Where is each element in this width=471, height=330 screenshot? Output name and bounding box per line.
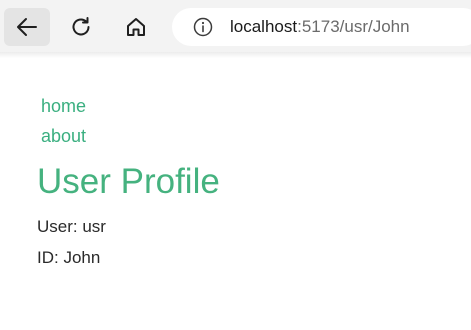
reload-icon <box>72 17 90 36</box>
arrow-left-icon <box>17 18 37 36</box>
url-path: :5173/usr/John <box>297 17 410 36</box>
home-icon <box>127 18 145 36</box>
nav-link-home[interactable]: home <box>41 96 86 117</box>
url-text: localhost:5173/usr/John <box>230 17 410 37</box>
url-host: localhost <box>230 17 298 36</box>
browser-toolbar: localhost:5173/usr/John <box>0 0 471 52</box>
address-bar[interactable]: localhost:5173/usr/John <box>172 8 471 46</box>
info-icon[interactable] <box>192 16 214 38</box>
reload-button[interactable] <box>58 8 104 46</box>
user-line: User: usr <box>37 217 106 236</box>
browser-window: localhost:5173/usr/John home about User … <box>0 0 471 330</box>
nav-link-about[interactable]: about <box>41 126 86 147</box>
id-line: ID: John <box>37 248 101 267</box>
content-edge <box>0 52 471 58</box>
home-button[interactable] <box>113 8 159 46</box>
back-button[interactable] <box>4 8 50 46</box>
page-title: User Profile <box>37 162 220 201</box>
